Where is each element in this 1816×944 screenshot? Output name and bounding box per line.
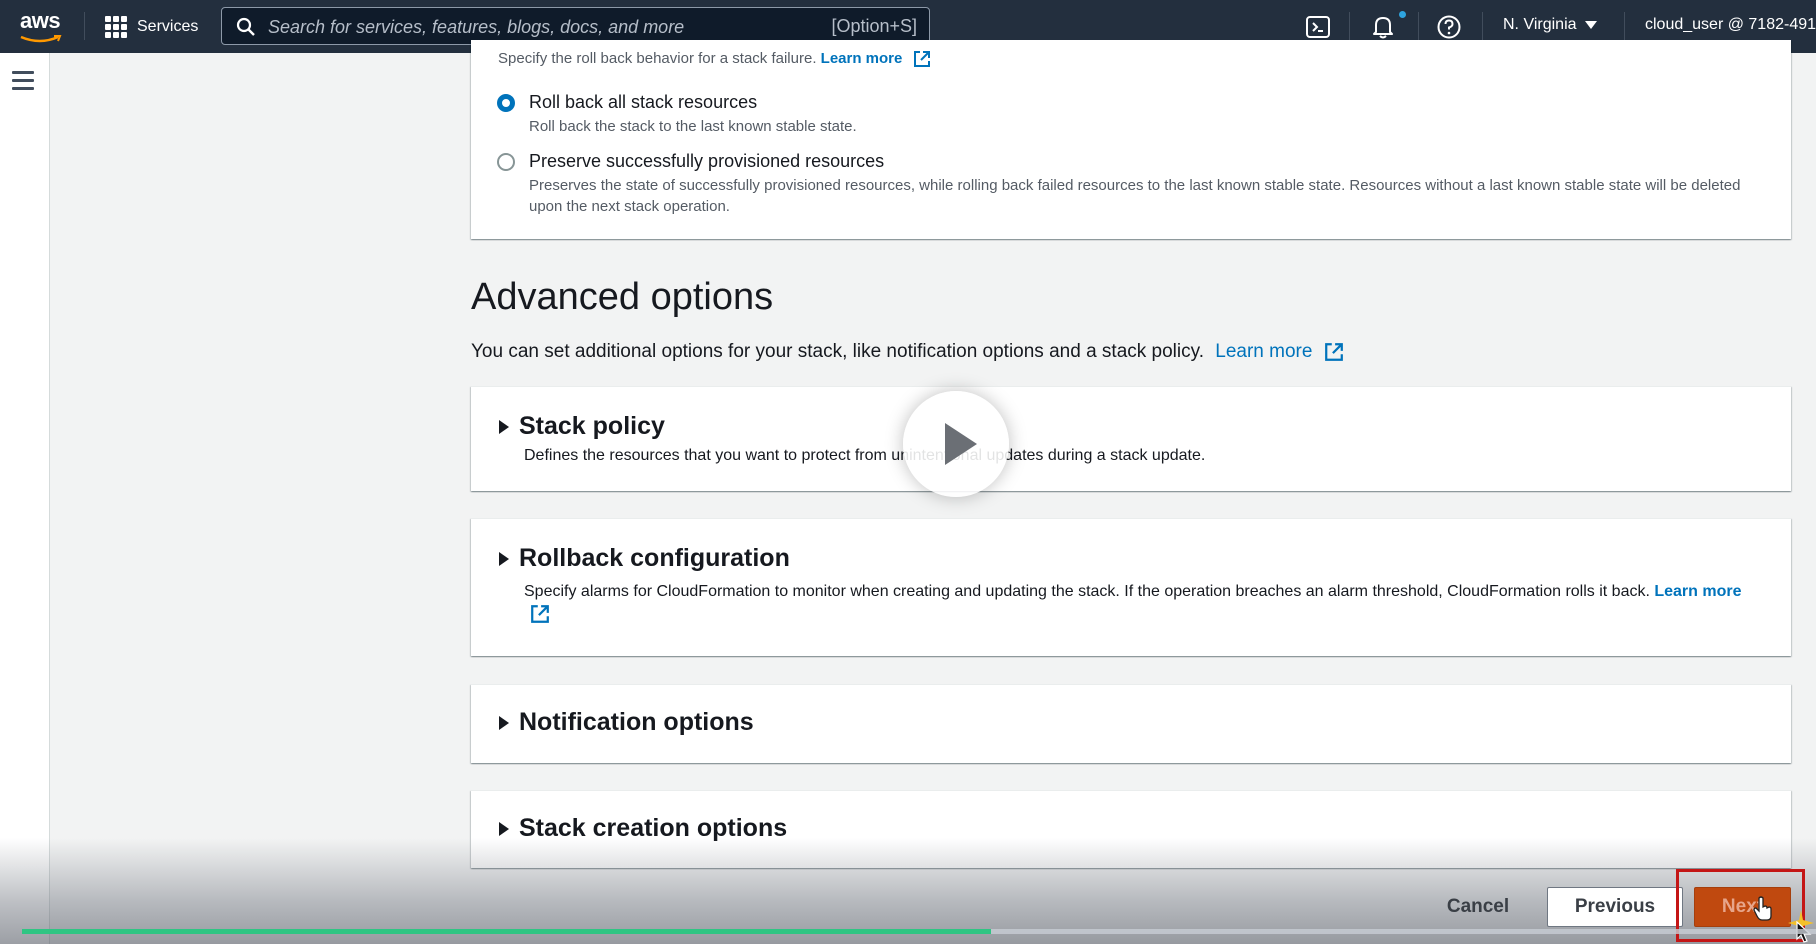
- stack-policy-header[interactable]: Stack policy: [499, 412, 665, 441]
- external-link-icon[interactable]: [530, 604, 550, 624]
- help-icon[interactable]: [1436, 14, 1462, 40]
- notification-dot: [1399, 11, 1406, 18]
- nav-divider: [84, 12, 85, 40]
- aws-logo[interactable]: aws: [20, 10, 64, 43]
- search-shortcut: [Option+S]: [831, 16, 917, 36]
- hand-cursor-icon: [1753, 896, 1772, 921]
- rollback-configuration-description: Specify alarms for CloudFormation to mon…: [524, 581, 1744, 625]
- nav-divider: [1482, 12, 1483, 40]
- caret-right-icon: [499, 821, 509, 836]
- caret-down-icon: [1584, 21, 1597, 29]
- external-link-icon[interactable]: [1324, 342, 1344, 362]
- cancel-button[interactable]: Cancel: [1430, 887, 1526, 927]
- side-navigation-rail: [0, 53, 50, 944]
- rollback-behavior-panel: Specify the roll back behavior for a sta…: [471, 40, 1791, 239]
- caret-right-icon: [499, 419, 509, 434]
- advanced-options-heading: Advanced options: [471, 276, 774, 318]
- cloudshell-icon[interactable]: [1305, 14, 1331, 40]
- services-label: Services: [137, 18, 199, 35]
- video-play-button[interactable]: [903, 391, 1009, 497]
- region-label: N. Virginia: [1503, 16, 1577, 33]
- notifications-bell-icon[interactable]: [1370, 14, 1396, 40]
- aws-smile-icon: [20, 35, 62, 43]
- menu-hamburger-icon[interactable]: [12, 71, 34, 95]
- caret-right-icon: [499, 715, 509, 730]
- services-menu-button[interactable]: Services: [105, 14, 198, 40]
- region-selector[interactable]: N. Virginia: [1503, 16, 1597, 34]
- search-icon: [236, 17, 255, 36]
- radio-button-selected[interactable]: [497, 94, 515, 112]
- video-progress-fill: [22, 929, 991, 934]
- caret-right-icon: [499, 551, 509, 566]
- play-icon: [945, 423, 977, 465]
- radio-button-unselected[interactable]: [497, 153, 515, 171]
- rollback-learn-more-link[interactable]: Learn more: [821, 50, 903, 67]
- advanced-options-description: You can set additional options for your …: [471, 341, 1344, 363]
- previous-button[interactable]: Previous: [1547, 887, 1683, 927]
- stack-policy-description: Defines the resources that you want to p…: [524, 447, 1206, 464]
- stack-policy-section[interactable]: Stack policy Defines the resources that …: [471, 386, 1791, 491]
- external-link-icon[interactable]: [913, 50, 931, 68]
- rollback-configuration-section[interactable]: Rollback configuration Specify alarms fo…: [471, 518, 1791, 656]
- advanced-learn-more-link[interactable]: Learn more: [1215, 341, 1312, 362]
- nav-divider: [1624, 12, 1625, 40]
- notification-options-section[interactable]: Notification options: [471, 684, 1791, 763]
- rollback-configuration-header[interactable]: Rollback configuration: [499, 544, 790, 573]
- grid-icon: [105, 16, 127, 38]
- notification-options-header[interactable]: Notification options: [499, 708, 754, 737]
- rollback-config-learn-more-link[interactable]: Learn more: [1654, 583, 1741, 600]
- account-menu[interactable]: cloud_user @ 7182-491: [1645, 16, 1816, 34]
- nav-divider: [1418, 12, 1419, 40]
- nav-divider: [1349, 12, 1350, 40]
- rollback-hint: Specify the roll back behavior for a sta…: [498, 50, 931, 68]
